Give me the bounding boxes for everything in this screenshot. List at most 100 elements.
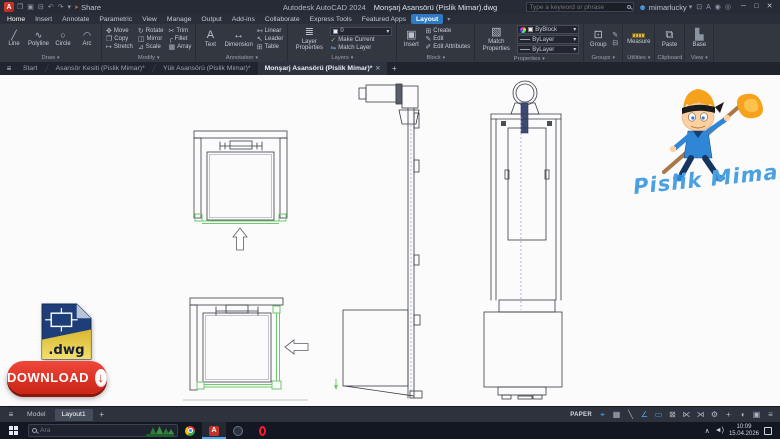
tab-view[interactable]: View — [137, 14, 162, 24]
open-icon[interactable]: ❐ — [17, 3, 23, 11]
panel-block-label[interactable]: Block▾ — [397, 54, 474, 62]
annotation-visibility-icon[interactable]: ⋊ — [695, 409, 706, 421]
copy-button[interactable]: ❐Copy — [106, 36, 133, 43]
measure-button[interactable]: Measure — [627, 33, 650, 45]
autocad-logo-icon[interactable]: A — [4, 2, 14, 12]
tab-featured-apps[interactable]: Featured Apps — [357, 14, 411, 24]
scale-button[interactable]: ⊿Scale — [138, 44, 164, 51]
tab-manage[interactable]: Manage — [162, 14, 197, 24]
panel-annotation-label[interactable]: Annotation▾ — [196, 54, 287, 62]
polar-tracking-icon[interactable]: ∠ — [639, 409, 650, 421]
layer-select[interactable]: 0▾ — [330, 27, 392, 36]
new-tab-button[interactable]: + — [387, 64, 401, 73]
panel-groups-label[interactable]: Groups▾ — [584, 54, 622, 62]
undo-icon[interactable]: ↶ — [48, 3, 54, 11]
rotate-button[interactable]: ↻Rotate — [138, 28, 164, 35]
panel-utilities-label[interactable]: Utilities▾ — [623, 54, 654, 62]
taskbar-steam[interactable] — [226, 422, 250, 439]
tab-output[interactable]: Output — [196, 14, 226, 24]
layer-properties-button[interactable]: ≣Layer Properties — [292, 27, 326, 52]
group-edit-button[interactable]: ✎ — [612, 32, 618, 39]
autodesk-apps-icon[interactable]: A — [706, 4, 711, 11]
taskbar-search-input[interactable] — [40, 427, 143, 434]
trim-button[interactable]: ✂Trim — [168, 28, 191, 35]
object-color-select[interactable]: ByBlock▾ — [517, 25, 579, 34]
cart-icon[interactable]: ⊡ — [696, 3, 702, 11]
layout1-tab[interactable]: Layout1 — [55, 409, 93, 421]
tab-parametric[interactable]: Parametric — [94, 14, 137, 24]
text-button[interactable]: AText — [200, 30, 220, 48]
drawing-canvas[interactable]: Pislik Mimar .dwg DOWNLOAD ↓ — [0, 75, 780, 406]
model-tab[interactable]: Model — [20, 409, 53, 421]
match-layer-button[interactable]: ⇋Match Layer — [330, 45, 392, 52]
circle-button[interactable]: ○Circle — [53, 31, 73, 47]
dimension-button[interactable]: ↔Dimension — [224, 30, 252, 48]
taskbar-autocad[interactable]: A — [202, 422, 226, 439]
make-current-button[interactable]: ✓Make Current — [330, 37, 392, 44]
tab-collaborate[interactable]: Collaborate — [260, 14, 305, 24]
maximize-button[interactable]: □ — [750, 0, 763, 14]
stretch-button[interactable]: ↦Stretch — [106, 44, 133, 51]
snap-icon[interactable]: ╲ — [625, 409, 636, 421]
edit-attributes-button[interactable]: ✐Edit Attributes — [425, 44, 470, 51]
table-button[interactable]: ⊞Table — [257, 44, 284, 51]
taskbar-search[interactable] — [28, 424, 178, 437]
object-snap-icon[interactable]: ⊠ — [667, 409, 678, 421]
ucs-icon[interactable]: ⌖ — [597, 409, 608, 421]
save-icon[interactable]: ▣ — [27, 3, 34, 11]
file-tab-yuk-asansoru[interactable]: Yük Asansörü (Pislik Mimar)* — [156, 62, 258, 75]
download-button[interactable]: DOWNLOAD ↓ — [7, 361, 107, 394]
insert-block-button[interactable]: ▣Insert — [401, 30, 421, 48]
match-properties-button[interactable]: ▧Match Properties — [479, 27, 513, 52]
move-button[interactable]: ✥Move — [106, 28, 133, 35]
arc-button[interactable]: ◠Arc — [77, 31, 97, 47]
tab-home[interactable]: Home — [2, 14, 30, 24]
array-button[interactable]: ▦Array — [168, 44, 191, 51]
ungroup-button[interactable]: ⊟ — [612, 40, 618, 47]
tab-annotate[interactable]: Annotate — [57, 14, 94, 24]
base-button[interactable]: ▙Base — [689, 30, 709, 48]
grid-icon[interactable]: ▦ — [611, 409, 622, 421]
file-tab-monsarj-asansoru[interactable]: Monşarj Asansörü (Pislik Mimar)*✕ — [258, 62, 388, 75]
help-icon[interactable]: ◉ — [715, 3, 721, 11]
tray-chevron-icon[interactable]: ∧ — [705, 427, 710, 435]
taskbar-clock[interactable]: 10:09 15.04.2026 — [729, 424, 759, 438]
lineweight-select[interactable]: ByLayer▾ — [517, 35, 579, 44]
tab-addins[interactable]: Add-ins — [227, 14, 260, 24]
notifications-icon[interactable]: ◎ — [725, 3, 731, 11]
tab-insert[interactable]: Insert — [30, 14, 57, 24]
panel-properties-label[interactable]: Properties▾ — [475, 55, 583, 62]
file-tabs-menu-icon[interactable]: ≡ — [2, 64, 16, 73]
tab-express-tools[interactable]: Express Tools — [305, 14, 357, 24]
layout-tabs-menu-icon[interactable]: ≡ — [4, 410, 18, 419]
account-menu[interactable]: ☻ mimarlucky ▾ — [638, 3, 692, 12]
file-tab-start[interactable]: Start — [16, 62, 44, 75]
panel-view-label[interactable]: View▾ — [685, 54, 713, 62]
create-block-button[interactable]: ⊞Create — [425, 28, 470, 35]
volume-icon[interactable]: ◄) — [715, 427, 724, 434]
ortho-icon[interactable]: ▭ — [653, 409, 664, 421]
start-button[interactable] — [0, 422, 26, 439]
line-button[interactable]: ╱Line — [4, 31, 24, 47]
panel-layers-label[interactable]: Layers▾ — [288, 54, 396, 62]
linetype-select[interactable]: ByLayer▾ — [517, 45, 579, 54]
mirror-button[interactable]: ◫Mirror — [138, 36, 164, 43]
paper-space-toggle[interactable]: PAPER — [570, 412, 592, 418]
close-tab-icon[interactable]: ✕ — [375, 65, 380, 72]
polyline-button[interactable]: ∿Polyline — [28, 31, 49, 47]
taskbar-opera[interactable] — [250, 422, 274, 439]
taskbar-chrome[interactable] — [178, 422, 202, 439]
file-tab-asansor-kesiti[interactable]: Asansör Kesiti (Pislik Mimar)* — [49, 62, 152, 75]
customization-menu-icon[interactable]: ≡ — [765, 409, 776, 421]
edit-block-button[interactable]: ✎Edit — [425, 36, 470, 43]
action-center-icon[interactable] — [764, 427, 772, 435]
annotation-scale-icon[interactable]: ⋉ — [681, 409, 692, 421]
settings-gear-icon[interactable]: ⚙ — [709, 409, 720, 421]
redo-icon[interactable]: ↷ — [58, 3, 64, 11]
print-icon[interactable]: ⊟ — [38, 3, 44, 11]
fillet-button[interactable]: ╭Fillet — [168, 36, 191, 43]
qat-chevron-icon[interactable]: ▾ — [68, 3, 72, 11]
minimize-button[interactable]: ─ — [737, 0, 750, 14]
help-search[interactable] — [526, 2, 634, 12]
isolate-objects-icon[interactable]: + — [723, 409, 734, 421]
